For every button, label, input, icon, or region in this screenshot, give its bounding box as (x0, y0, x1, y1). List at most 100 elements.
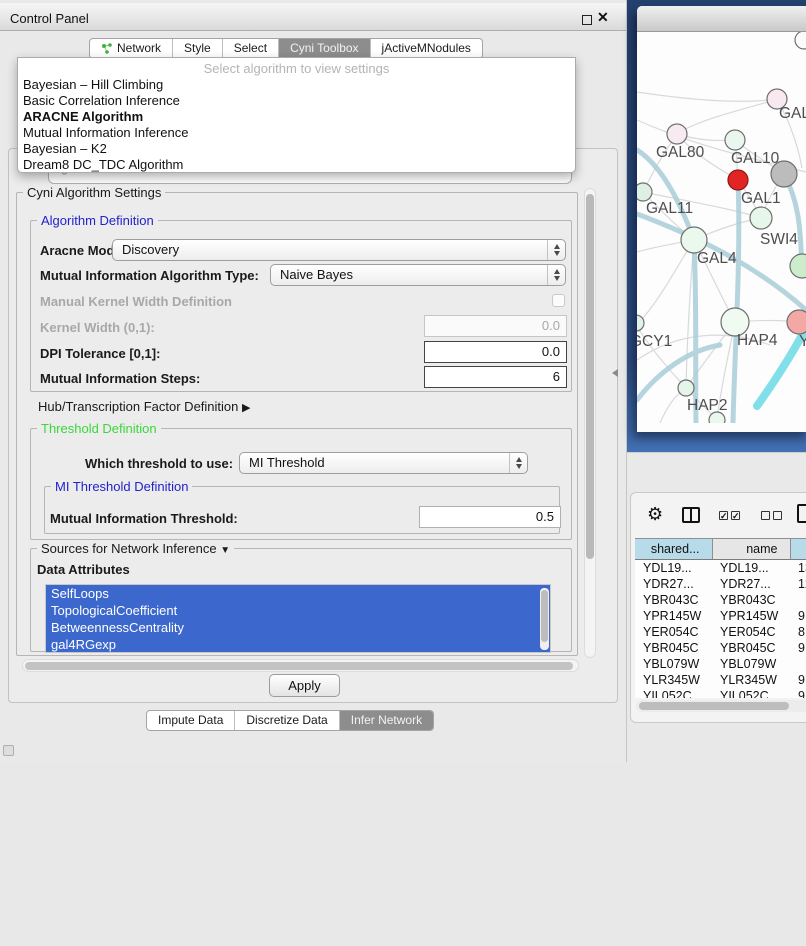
algorithm-option[interactable]: Bayesian – K2 (18, 141, 575, 157)
table-row[interactable]: YBR045CYBR045C9. (635, 640, 806, 656)
node-label: SWI4 (760, 231, 798, 248)
node-label: Y (799, 333, 806, 350)
table-row[interactable]: YBL079WYBL079W (635, 656, 806, 672)
column-header-shared-name[interactable]: shared... (635, 539, 712, 560)
node-table[interactable]: shared... name A YDL19...YDL19...13 YDR2… (635, 538, 806, 698)
attribute-item-selected[interactable]: TopologicalCoefficient (46, 602, 550, 619)
node[interactable] (795, 32, 806, 49)
node-label: GAL11 (646, 200, 693, 217)
node-label: GAL8 (779, 105, 806, 122)
which-threshold-value: MI Threshold (249, 455, 325, 470)
control-panel-title: Control Panel (10, 11, 89, 26)
tab-style-label: Style (184, 39, 211, 58)
table-row[interactable]: YDL19...YDL19...13 (635, 560, 806, 576)
table-row[interactable]: YER054CYER054C8. (635, 624, 806, 640)
tab-network[interactable]: Network (90, 39, 173, 58)
panel-grip[interactable] (3, 745, 14, 756)
float-window-icon[interactable] (582, 15, 592, 25)
node-gal10[interactable] (725, 130, 745, 150)
node-label: GAL10 (731, 150, 780, 167)
tab-style[interactable]: Style (173, 39, 223, 58)
node-table-clip: shared... name A YDL19...YDL19...13 YDR2… (631, 493, 806, 698)
node-gal11[interactable] (637, 183, 652, 201)
which-threshold-combobox[interactable]: MI Threshold (239, 452, 528, 474)
table-row[interactable]: YPR145WYPR145W9. (635, 608, 806, 624)
node-label: GAL80 (656, 144, 705, 161)
threshold-definition-title: Threshold Definition (37, 421, 161, 436)
node-red-selected[interactable] (728, 170, 748, 190)
tab-infer-network[interactable]: Infer Network (340, 711, 433, 730)
algorithm-option[interactable]: Bayesian – Hill Climbing (18, 77, 575, 93)
tab-cyni-toolbox[interactable]: Cyni Toolbox (279, 39, 370, 58)
control-panel-titlebar: Control Panel ✕ (0, 3, 626, 31)
tab-discretize-data-label: Discretize Data (246, 711, 327, 730)
algorithm-option[interactable]: Mutual Information Inference (18, 125, 575, 141)
data-attributes-label: Data Attributes (37, 562, 130, 577)
node-hap2[interactable] (678, 380, 694, 396)
network-canvas[interactable]: GAL8 GAL80 GAL10 GAL1 GAL11 GAL4 SWI4 GC… (637, 32, 806, 423)
table-row[interactable]: YLR345WYLR345W9. (635, 672, 806, 688)
attribute-item-selected[interactable]: gal4RGexp (46, 636, 550, 653)
network-window-titlebar[interactable] (637, 6, 806, 32)
cyni-algorithm-settings-title: Cyni Algorithm Settings (23, 185, 165, 200)
manual-kernel-checkbox[interactable] (552, 294, 565, 307)
node-label: HAP4 (737, 332, 778, 349)
network-icon (101, 43, 113, 55)
tab-cyni-toolbox-label: Cyni Toolbox (290, 39, 358, 58)
tab-jactivemnodules[interactable]: jActiveMNodules (371, 39, 482, 58)
collapsed-arrow-icon: ▶ (242, 402, 250, 414)
apply-button[interactable]: Apply (269, 674, 340, 697)
mi-steps-field[interactable]: 6 (424, 366, 567, 388)
attribute-list-scrollbar[interactable] (540, 588, 549, 650)
algorithm-option[interactable]: Dream8 DC_TDC Algorithm (18, 157, 575, 173)
close-icon[interactable]: ✕ (597, 9, 609, 26)
hub-definition-label: Hub/Transcription Factor Definition (38, 399, 238, 414)
settings-horizontal-scrollbar[interactable] (22, 659, 579, 672)
splitpane-collapse-arrow[interactable] (612, 369, 618, 377)
node-label: GAL1 (741, 190, 781, 207)
tab-discretize-data[interactable]: Discretize Data (235, 711, 339, 730)
node-gal80[interactable] (667, 124, 687, 144)
tab-impute-data[interactable]: Impute Data (147, 711, 235, 730)
node-gal1[interactable] (750, 207, 772, 229)
table-row[interactable]: YDR27...YDR27...12 (635, 576, 806, 592)
kernel-width-label: Kernel Width (0,1): (40, 320, 155, 335)
mi-algorithm-type-combobox[interactable]: Naive Bayes (270, 264, 566, 286)
table-row[interactable]: YBR043CYBR043C (635, 592, 806, 608)
control-panel: Control Panel ✕ Network Style Select Cyn… (0, 0, 627, 762)
mi-algorithm-type-value: Naive Bayes (280, 267, 353, 282)
table-row[interactable]: YIL052CYIL052C9. (635, 688, 806, 699)
kernel-width-field[interactable]: 0.0 (424, 315, 567, 337)
network-edges-thick (637, 150, 806, 423)
combo-arrows-icon (509, 453, 527, 473)
manual-kernel-label: Manual Kernel Width Definition (40, 294, 232, 309)
column-header-partial[interactable]: A (790, 539, 806, 560)
algorithm-dropdown-popup: Select algorithm to view settings Bayesi… (17, 57, 576, 173)
aracne-mode-combobox[interactable]: Discovery (112, 239, 566, 261)
tab-select[interactable]: Select (223, 39, 279, 58)
data-attributes-list: SelfLoops TopologicalCoefficient Between… (45, 584, 551, 653)
settings-vertical-scrollbar[interactable] (584, 188, 596, 658)
control-panel-tabs: Network Style Select Cyni Toolbox jActiv… (89, 38, 483, 59)
hub-definition-expander[interactable]: Hub/Transcription Factor Definition ▶ (38, 399, 250, 414)
attribute-item-selected[interactable]: BetweennessCentrality (46, 619, 550, 636)
attribute-item-selected[interactable]: SelfLoops (46, 585, 550, 602)
algorithm-definition-title: Algorithm Definition (37, 213, 158, 228)
expanded-arrow-icon: ▼ (220, 545, 230, 556)
node-salmon[interactable] (787, 310, 806, 334)
node-swi4[interactable] (790, 254, 806, 278)
table-horizontal-scrollbar[interactable] (636, 700, 806, 712)
combo-arrows-icon (547, 240, 565, 260)
node-label: GCY1 (637, 333, 672, 350)
dpi-tolerance-label: DPI Tolerance [0,1]: (40, 346, 160, 361)
mi-threshold-definition-title: MI Threshold Definition (51, 479, 192, 494)
mi-threshold-field[interactable]: 0.5 (419, 506, 561, 528)
dpi-tolerance-field[interactable]: 0.0 (424, 341, 567, 363)
sources-title-label: Sources for Network Inference (41, 541, 217, 556)
sources-title[interactable]: Sources for Network Inference ▼ (37, 541, 234, 556)
algorithm-option[interactable]: Basic Correlation Inference (18, 93, 575, 109)
algorithm-option-selected[interactable]: ARACNE Algorithm (18, 109, 575, 125)
column-header-name[interactable]: name (712, 539, 790, 560)
tab-impute-data-label: Impute Data (158, 711, 223, 730)
node-label: HAP2 (687, 397, 728, 414)
